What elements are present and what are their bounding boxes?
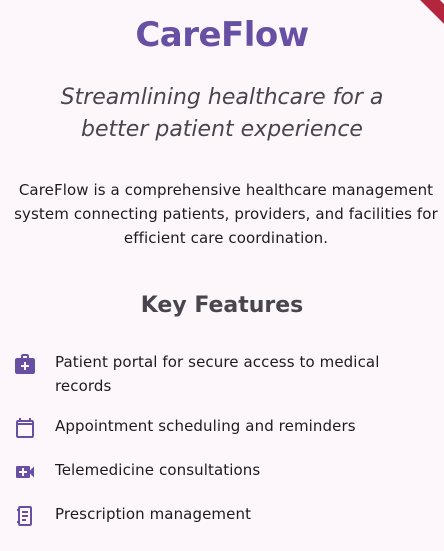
app-title: CareFlow: [135, 15, 309, 55]
calendar-icon: [13, 416, 37, 440]
feature-label: Patient portal for secure access to medi…: [55, 353, 380, 395]
tagline: Streamlining healthcare for a better pat…: [60, 85, 384, 142]
feature-label: Prescription management: [55, 505, 252, 523]
receipt-icon: [13, 504, 37, 528]
medical-bag-icon: [13, 352, 37, 376]
video-call-icon: [13, 460, 37, 484]
feature-label: Appointment scheduling and reminders: [55, 417, 356, 435]
app-description: CareFlow is a comprehensive healthcare m…: [14, 181, 438, 247]
feature-label: Telemedicine consultations: [55, 461, 261, 479]
landing-page: CareFlow Streamlining healthcare for a b…: [0, 0, 444, 551]
features-heading: Key Features: [140, 293, 304, 318]
